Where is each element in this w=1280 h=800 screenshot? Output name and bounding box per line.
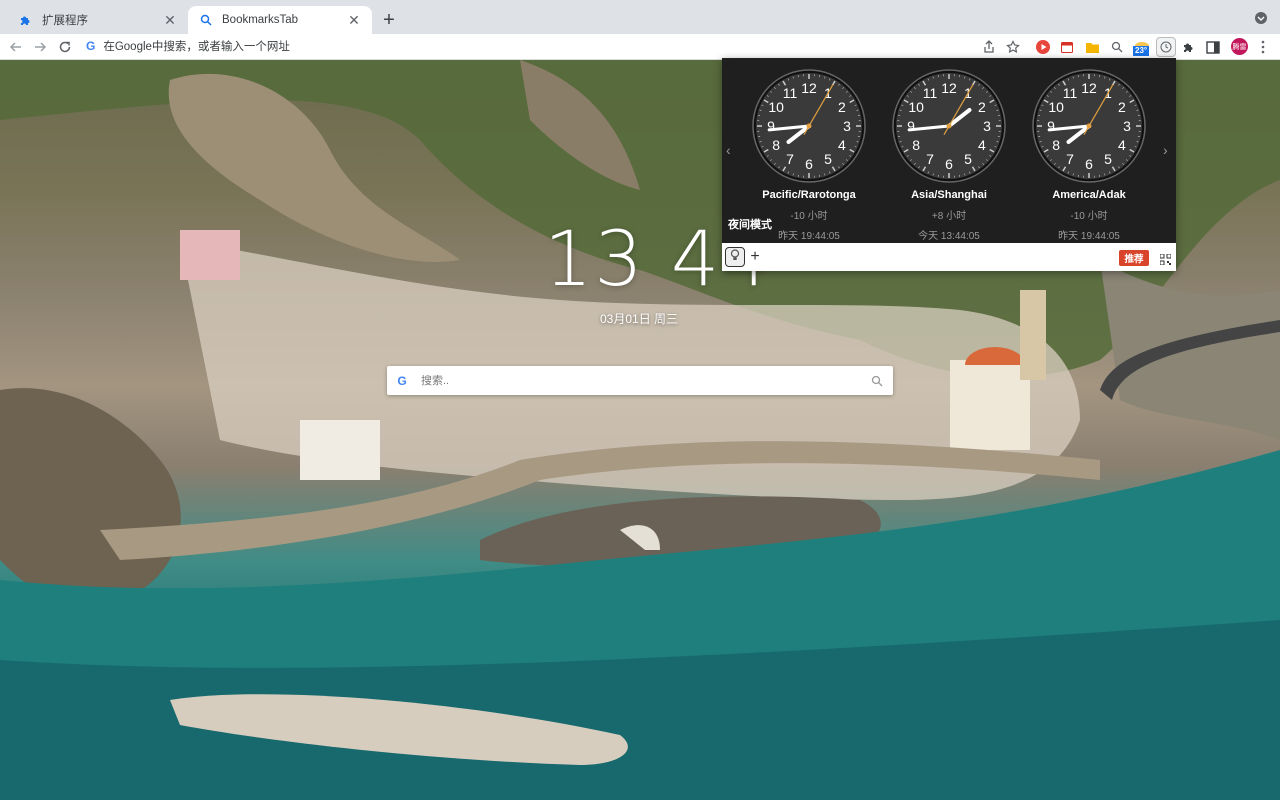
clock-numeral: 9 — [767, 118, 775, 134]
world-clock-popup: ‹ › 123456789101112 Pacific/Rarotonga -1… — [722, 58, 1176, 271]
clock-numeral: 4 — [838, 137, 846, 153]
clock-zone: Pacific/Rarotonga — [762, 189, 856, 201]
clock-center — [1086, 123, 1092, 129]
world-clock-card: 123456789101112 Asia/Shanghai +8 小时 今天 1… — [889, 68, 1009, 242]
share-icon[interactable] — [980, 38, 998, 56]
night-mode-tooltip: 夜间模式 — [722, 212, 778, 236]
clock-zone: America/Adak — [1052, 189, 1126, 201]
clock-numeral: 3 — [1123, 118, 1131, 134]
clock-numeral: 5 — [964, 151, 972, 167]
tab-bookmarkstab[interactable]: BookmarksTab ✕ — [188, 6, 372, 34]
analog-clock-face: 123456789101112 — [752, 69, 866, 183]
google-icon: G — [397, 373, 407, 388]
clock-numeral: 5 — [824, 151, 832, 167]
clock-numeral: 12 — [941, 80, 957, 96]
forward-icon[interactable] — [30, 37, 50, 57]
calendar-icon[interactable] — [1058, 38, 1076, 56]
clock-time: 今天 13:44:05 — [918, 231, 980, 242]
tab-title: BookmarksTab — [222, 14, 299, 26]
clock-offset: +8 小时 — [931, 211, 967, 222]
clock-numeral: 11 — [783, 85, 798, 101]
clock-numeral: 8 — [912, 137, 920, 153]
clock-numeral: 5 — [1104, 151, 1112, 167]
clock-numeral: 11 — [1063, 85, 1078, 101]
kebab-menu-icon[interactable] — [1254, 38, 1272, 56]
puzzle-icon[interactable] — [1180, 38, 1198, 56]
chevron-down-icon[interactable] — [1254, 11, 1268, 25]
folder-icon[interactable] — [1083, 38, 1101, 56]
clock-numeral: 7 — [1066, 151, 1074, 167]
clock-numeral: 10 — [768, 99, 784, 115]
tab-extensions[interactable]: 扩展程序 ✕ — [8, 6, 188, 34]
clock-center — [946, 123, 952, 129]
night-mode-button[interactable] — [725, 247, 745, 267]
magnifier-icon[interactable] — [1108, 38, 1126, 56]
clock-numeral: 2 — [978, 99, 986, 115]
analog-clock-face: 123456789101112 — [1032, 69, 1146, 183]
chevron-right-icon[interactable]: › — [1163, 142, 1168, 158]
browser-toolbar: G 在Google中搜索，或者输入一个网址 23° — [0, 34, 1280, 60]
analog-clock-face: 123456789101112 — [892, 69, 1006, 183]
google-icon: G — [86, 39, 96, 53]
clock-numeral: 7 — [926, 151, 934, 167]
clock-numeral: 12 — [1081, 80, 1097, 96]
tab-strip: 扩展程序 ✕ BookmarksTab ✕ + — [0, 0, 1280, 34]
clock-numeral: 6 — [945, 156, 953, 172]
back-icon[interactable] — [6, 37, 26, 57]
clock-numeral: 9 — [1047, 118, 1055, 134]
new-tab-button[interactable]: + — [378, 9, 400, 31]
world-clock-icon[interactable] — [1156, 37, 1176, 57]
tab-close-icon[interactable]: ✕ — [346, 12, 362, 28]
search-icon[interactable] — [871, 374, 885, 388]
search-box: G — [387, 366, 893, 395]
sidepanel-icon[interactable] — [1204, 38, 1222, 56]
tab-close-icon[interactable]: ✕ — [162, 12, 178, 28]
clock-numeral: 10 — [908, 99, 924, 115]
clock-numeral: 6 — [805, 156, 813, 172]
clock-numeral: 6 — [1085, 156, 1093, 172]
puzzle-icon — [18, 12, 34, 28]
chevron-left-icon[interactable]: ‹ — [726, 142, 731, 158]
clock-zone: Asia/Shanghai — [911, 189, 987, 201]
clock-numeral: 4 — [1118, 137, 1126, 153]
clock-numeral: 7 — [786, 151, 794, 167]
clock-numeral: 2 — [1118, 99, 1126, 115]
bookmark-star-icon[interactable] — [1004, 38, 1022, 56]
search-input[interactable] — [421, 374, 871, 387]
clock-numeral: 2 — [838, 99, 846, 115]
clock-numeral: 12 — [801, 80, 817, 96]
qr-code-icon[interactable] — [1159, 252, 1172, 266]
clock-numeral: 10 — [1048, 99, 1064, 115]
recommend-button[interactable]: 推荐 — [1119, 250, 1149, 266]
clock-numeral: 3 — [983, 118, 991, 134]
search-icon — [198, 12, 214, 28]
clock-numeral: 3 — [843, 118, 851, 134]
tab-title: 扩展程序 — [42, 15, 88, 27]
reload-icon[interactable] — [55, 37, 75, 57]
popup-footer — [722, 243, 1176, 271]
clock-numeral: 11 — [923, 85, 938, 101]
address-bar[interactable]: G 在Google中搜索，或者输入一个网址 — [86, 35, 1086, 57]
date-label: 03月01日 周三 — [600, 312, 679, 326]
address-placeholder: 在Google中搜索，或者输入一个网址 — [103, 41, 290, 53]
world-clock-card: 123456789101112 America/Adak -10 小时 昨天 1… — [1029, 68, 1149, 242]
clock-offset: -10 小时 — [1070, 211, 1108, 222]
clock-numeral: 8 — [772, 137, 780, 153]
weather-badge: 23° — [1133, 46, 1150, 56]
clock-center — [806, 123, 812, 129]
clock-time: 昨天 19:44:05 — [1058, 231, 1120, 242]
weather-icon[interactable]: 23° — [1132, 36, 1152, 56]
clock-numeral: 4 — [978, 137, 986, 153]
add-clock-button[interactable]: + — [748, 248, 762, 266]
play-icon[interactable] — [1034, 38, 1052, 56]
clock-numeral: 9 — [907, 118, 915, 134]
avatar[interactable]: 腾雷 — [1231, 38, 1248, 55]
bulb-icon — [730, 248, 740, 266]
clock-numeral: 8 — [1052, 137, 1060, 153]
